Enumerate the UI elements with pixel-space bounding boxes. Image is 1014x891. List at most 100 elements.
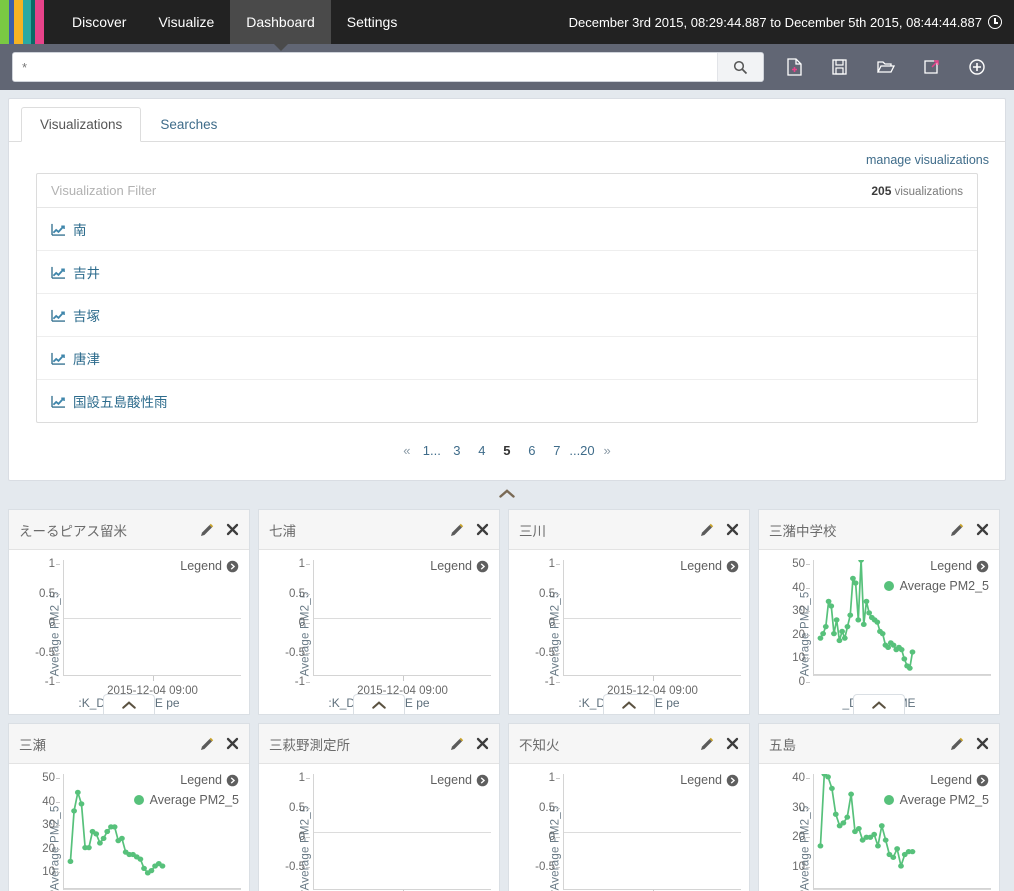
legend-toggle[interactable]: Legend	[680, 559, 739, 573]
filter-header: Visualization Filter 205 visualizations	[37, 174, 977, 208]
y-axis-tick-label: 1	[271, 558, 310, 570]
y-axis-label: Average PM2_5	[299, 591, 312, 677]
pagination-arrow[interactable]: »	[595, 441, 620, 460]
panel-body: Average PM2_52015-12-04 09:001 0.5 0 -0.5 -1…	[259, 550, 499, 714]
legend-toggle[interactable]: Legend	[430, 559, 489, 573]
close-icon[interactable]	[726, 523, 739, 536]
close-icon[interactable]	[726, 737, 739, 750]
pagination-page[interactable]: 6	[519, 441, 544, 460]
dashboard-panel: 三川 Average PM2_5 2015-12-04 09:00 1 0.5 0 -0.…	[508, 509, 750, 715]
pencil-icon[interactable]	[450, 523, 464, 537]
search-button[interactable]	[717, 53, 763, 81]
pencil-icon[interactable]	[200, 523, 214, 537]
visualization-list-item-label: 吉井	[73, 266, 100, 281]
expand-panel-button[interactable]	[353, 694, 405, 714]
y-axis-tick-label: 0	[271, 831, 310, 843]
nav-link-settings[interactable]: Settings	[331, 0, 414, 44]
visualization-list: 南 吉井 吉塚 唐津 国設五島酸性雨	[37, 208, 977, 422]
nav-link-discover[interactable]: Discover	[56, 0, 142, 44]
panel-title: 三潴中学校	[769, 523, 837, 539]
visualization-filter-input[interactable]: Visualization Filter	[51, 183, 156, 198]
search-input[interactable]	[13, 53, 717, 81]
panel-header: 不知火	[509, 724, 749, 764]
top-navbar: Discover Visualize Dashboard Settings De…	[0, 0, 1014, 51]
panel-title: 不知火	[519, 737, 560, 753]
legend-item[interactable]: Average PM2_5	[133, 793, 239, 807]
pencil-icon[interactable]	[450, 737, 464, 751]
expand-panel-button[interactable]	[603, 694, 655, 714]
new-dashboard-icon[interactable]	[786, 58, 803, 76]
pagination-page[interactable]: 1...	[419, 441, 444, 460]
plot-area: 2015-12-04 09:00	[563, 560, 741, 697]
legend-toggle[interactable]: Legend	[680, 773, 739, 787]
panel-actions	[450, 523, 489, 537]
pencil-icon[interactable]	[950, 523, 964, 537]
tab-visualizations[interactable]: Visualizations	[21, 107, 142, 142]
load-dashboard-icon[interactable]	[876, 58, 895, 76]
y-axis-label: Average PM2_5	[549, 805, 562, 891]
zero-gridline	[314, 832, 491, 833]
nav-link-visualize[interactable]: Visualize	[142, 0, 230, 44]
close-icon[interactable]	[226, 523, 239, 536]
close-icon[interactable]	[976, 523, 989, 536]
y-axis-tick-label: -0.5	[521, 861, 560, 873]
pagination-page[interactable]: 5	[494, 441, 519, 460]
pencil-icon[interactable]	[700, 523, 714, 537]
expand-panel-button[interactable]	[103, 694, 155, 714]
legend-items: Average PM2_5	[133, 793, 239, 807]
y-axis-tick-label: -0.5	[521, 647, 560, 659]
legend-toggle[interactable]: Legend	[180, 773, 239, 787]
pagination-page[interactable]: ...20	[569, 441, 594, 460]
visualization-list-item[interactable]: 唐津	[37, 337, 977, 380]
panel-actions	[200, 737, 239, 751]
query-bar	[0, 44, 1014, 90]
series-average-pm25	[64, 774, 241, 889]
zero-gridline	[64, 618, 241, 619]
y-axis-tick-label: -0.5	[21, 647, 60, 659]
close-icon[interactable]	[476, 523, 489, 536]
time-picker-button[interactable]: December 3rd 2015, 08:29:44.887 to Decem…	[569, 0, 1002, 44]
legend-toggle[interactable]: Legend	[430, 773, 489, 787]
legend-toggle[interactable]: Legend	[930, 559, 989, 573]
time-range-label: December 3rd 2015, 08:29:44.887 to Decem…	[568, 14, 982, 30]
x-axis-tick-mark	[152, 676, 154, 681]
legend-toggle[interactable]: Legend	[180, 559, 239, 573]
legend-label: Legend	[430, 773, 472, 787]
pencil-icon[interactable]	[200, 737, 214, 751]
legend-toggle[interactable]: Legend	[930, 773, 989, 787]
visualization-list-item[interactable]: 国設五島酸性雨	[37, 380, 977, 422]
pagination-page[interactable]: 3	[444, 441, 469, 460]
save-dashboard-icon[interactable]	[831, 58, 848, 76]
series-average-pm25	[814, 557, 991, 675]
pencil-icon[interactable]	[700, 737, 714, 751]
chevron-up-icon	[122, 700, 136, 709]
y-axis-tick-label: 30	[771, 802, 810, 814]
close-icon[interactable]	[476, 737, 489, 750]
manage-visualizations-link[interactable]: manage visualizations	[866, 153, 989, 167]
y-axis-label: Average PM2_5	[799, 805, 812, 891]
pagination-page[interactable]: 4	[469, 441, 494, 460]
visualization-list-item[interactable]: 南	[37, 208, 977, 251]
panel-title: 三瀬	[19, 737, 46, 753]
visualization-list-item[interactable]: 吉井	[37, 251, 977, 294]
collapse-picker-button[interactable]	[0, 481, 1014, 505]
close-icon[interactable]	[226, 737, 239, 750]
legend-item[interactable]: Average PM2_5	[883, 579, 989, 593]
pencil-icon[interactable]	[950, 737, 964, 751]
pagination-arrow[interactable]: «	[394, 441, 419, 460]
legend-item[interactable]: Average PM2_5	[883, 793, 989, 807]
visualization-list-item-label: 唐津	[73, 352, 100, 367]
share-dashboard-icon[interactable]	[923, 58, 940, 76]
expand-panel-button[interactable]	[853, 694, 905, 714]
app-logo	[0, 0, 44, 44]
add-visualization-icon[interactable]	[968, 58, 986, 76]
panel-actions	[450, 737, 489, 751]
chevron-circle-right-icon	[226, 774, 239, 786]
close-icon[interactable]	[976, 737, 989, 750]
panel-header: 三潴中学校	[759, 510, 999, 550]
tab-searches[interactable]: Searches	[141, 107, 236, 142]
nav-link-dashboard[interactable]: Dashboard	[230, 0, 331, 51]
dashboard-panel: 七浦 Average PM2_5 2015-12-04 09:00 1 0.5 0 -0.…	[258, 509, 500, 715]
pagination-page[interactable]: 7	[544, 441, 569, 460]
visualization-list-item[interactable]: 吉塚	[37, 294, 977, 337]
